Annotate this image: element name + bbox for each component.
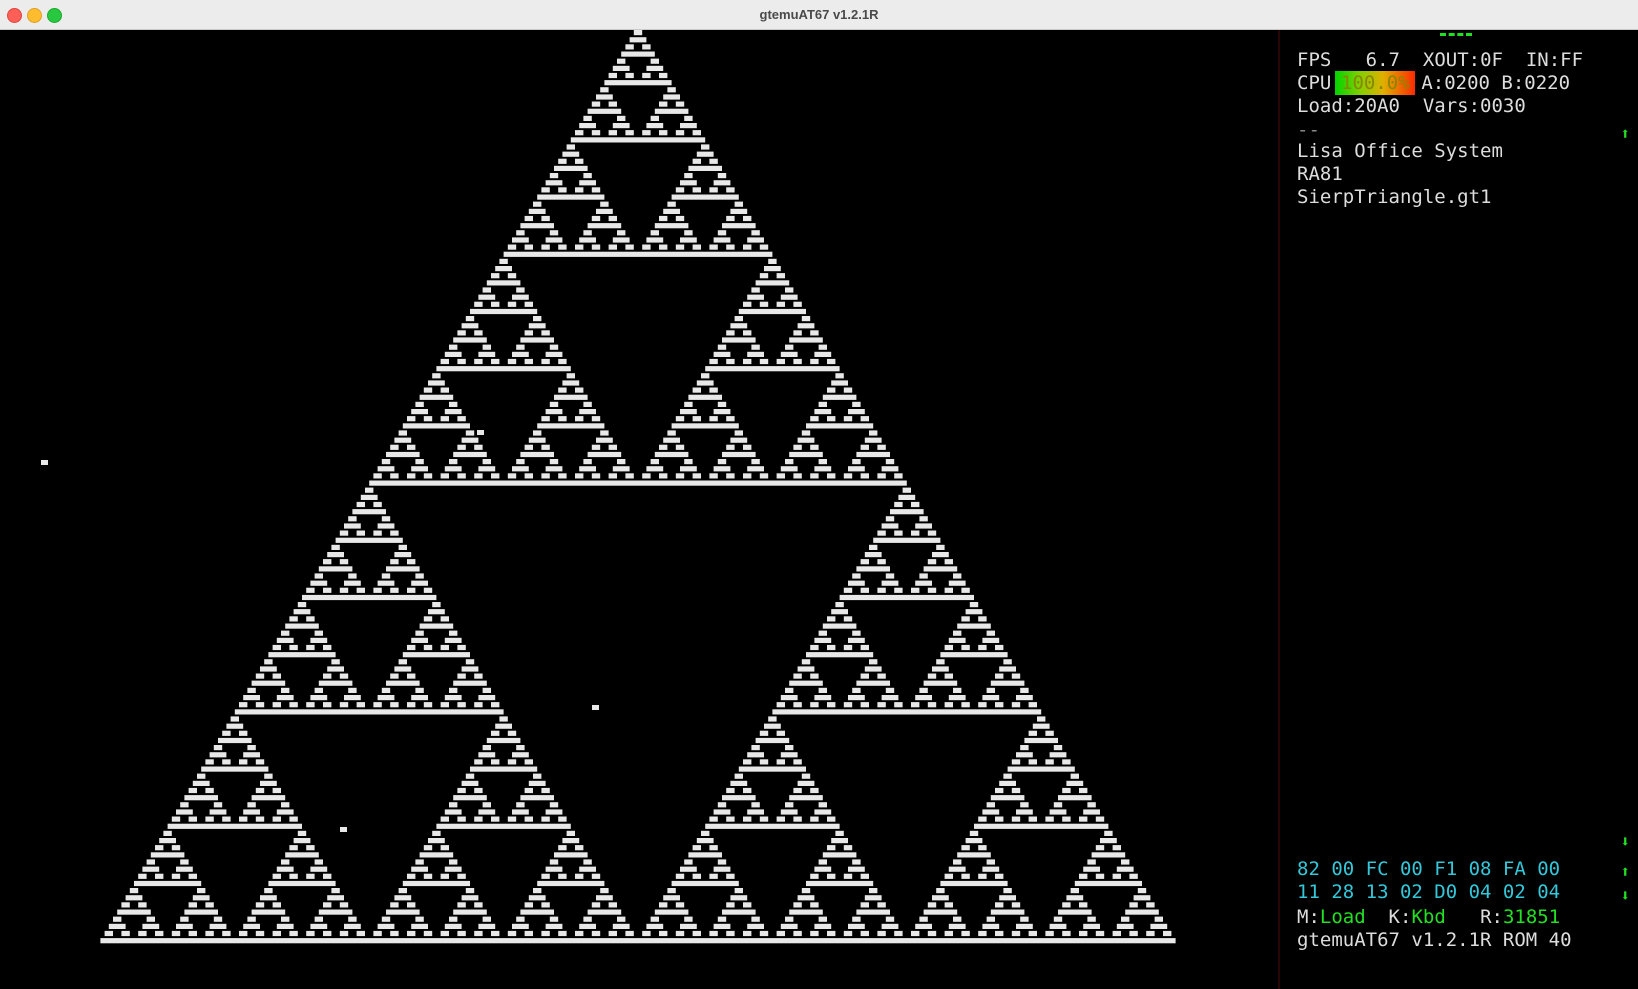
title-bar: gtemuAT67 v1.2.1R	[0, 0, 1638, 30]
mode-label: M:	[1297, 906, 1320, 928]
scroll-down-icon[interactable]: ⬇	[1620, 830, 1630, 854]
key-label: K:	[1388, 906, 1412, 928]
r-value: 31851	[1502, 906, 1561, 928]
register-b: B:0220	[1501, 72, 1571, 94]
status-row: M:Load K:Kbd R:31851	[1297, 905, 1560, 929]
fps-row: FPS 6.7 XOUT:0F IN:FF	[1297, 48, 1583, 72]
fps-value: 6.7	[1365, 49, 1400, 71]
scroll-down-icon[interactable]: ⬇	[1620, 884, 1630, 908]
load-row: Load:20A0 Vars:0030	[1297, 94, 1526, 118]
file-item[interactable]: RA81	[1297, 162, 1343, 186]
file-item[interactable]: Lisa Office System	[1297, 139, 1503, 163]
register-a: A:0200	[1421, 72, 1490, 94]
debug-panel: FPS 6.7 XOUT:0F IN:FF CPU 100.0% A:0200 B:…	[1280, 30, 1638, 989]
emulator-screen[interactable]	[0, 30, 1280, 989]
in-value: IN:FF	[1525, 49, 1584, 71]
memory-row-1: 82 00 FC 00 F1 08 FA 00	[1297, 858, 1561, 880]
cpu-row: CPU 100.0% A:0200 B:0220	[1297, 71, 1570, 95]
xout-value: XOUT:0F	[1422, 49, 1503, 71]
cpu-label: CPU	[1297, 72, 1332, 94]
mode-value[interactable]: Load	[1320, 906, 1366, 928]
key-value[interactable]: Kbd	[1411, 906, 1445, 928]
cpu-usage-bar: 100.0%	[1335, 71, 1416, 95]
scroll-up-icon[interactable]: ⬆	[1620, 122, 1630, 146]
vars-address: Vars:0030	[1422, 95, 1526, 117]
memory-row-2: 11 28 13 02 D0 04 02 04	[1297, 881, 1561, 903]
scroll-up-icon[interactable]: ⬆	[1620, 860, 1630, 884]
r-label: R:	[1480, 906, 1503, 928]
activity-indicator	[1440, 33, 1472, 40]
window-title: gtemuAT67 v1.2.1R	[759, 7, 879, 22]
fps-label: FPS	[1297, 49, 1332, 71]
load-address: Load:20A0	[1297, 95, 1400, 117]
file-item[interactable]: SierpTriangle.gt1	[1297, 185, 1491, 209]
rom-version: gtemuAT67 v1.2.1R ROM 40	[1297, 929, 1572, 951]
sierpinski-triangle	[41, 30, 1176, 944]
